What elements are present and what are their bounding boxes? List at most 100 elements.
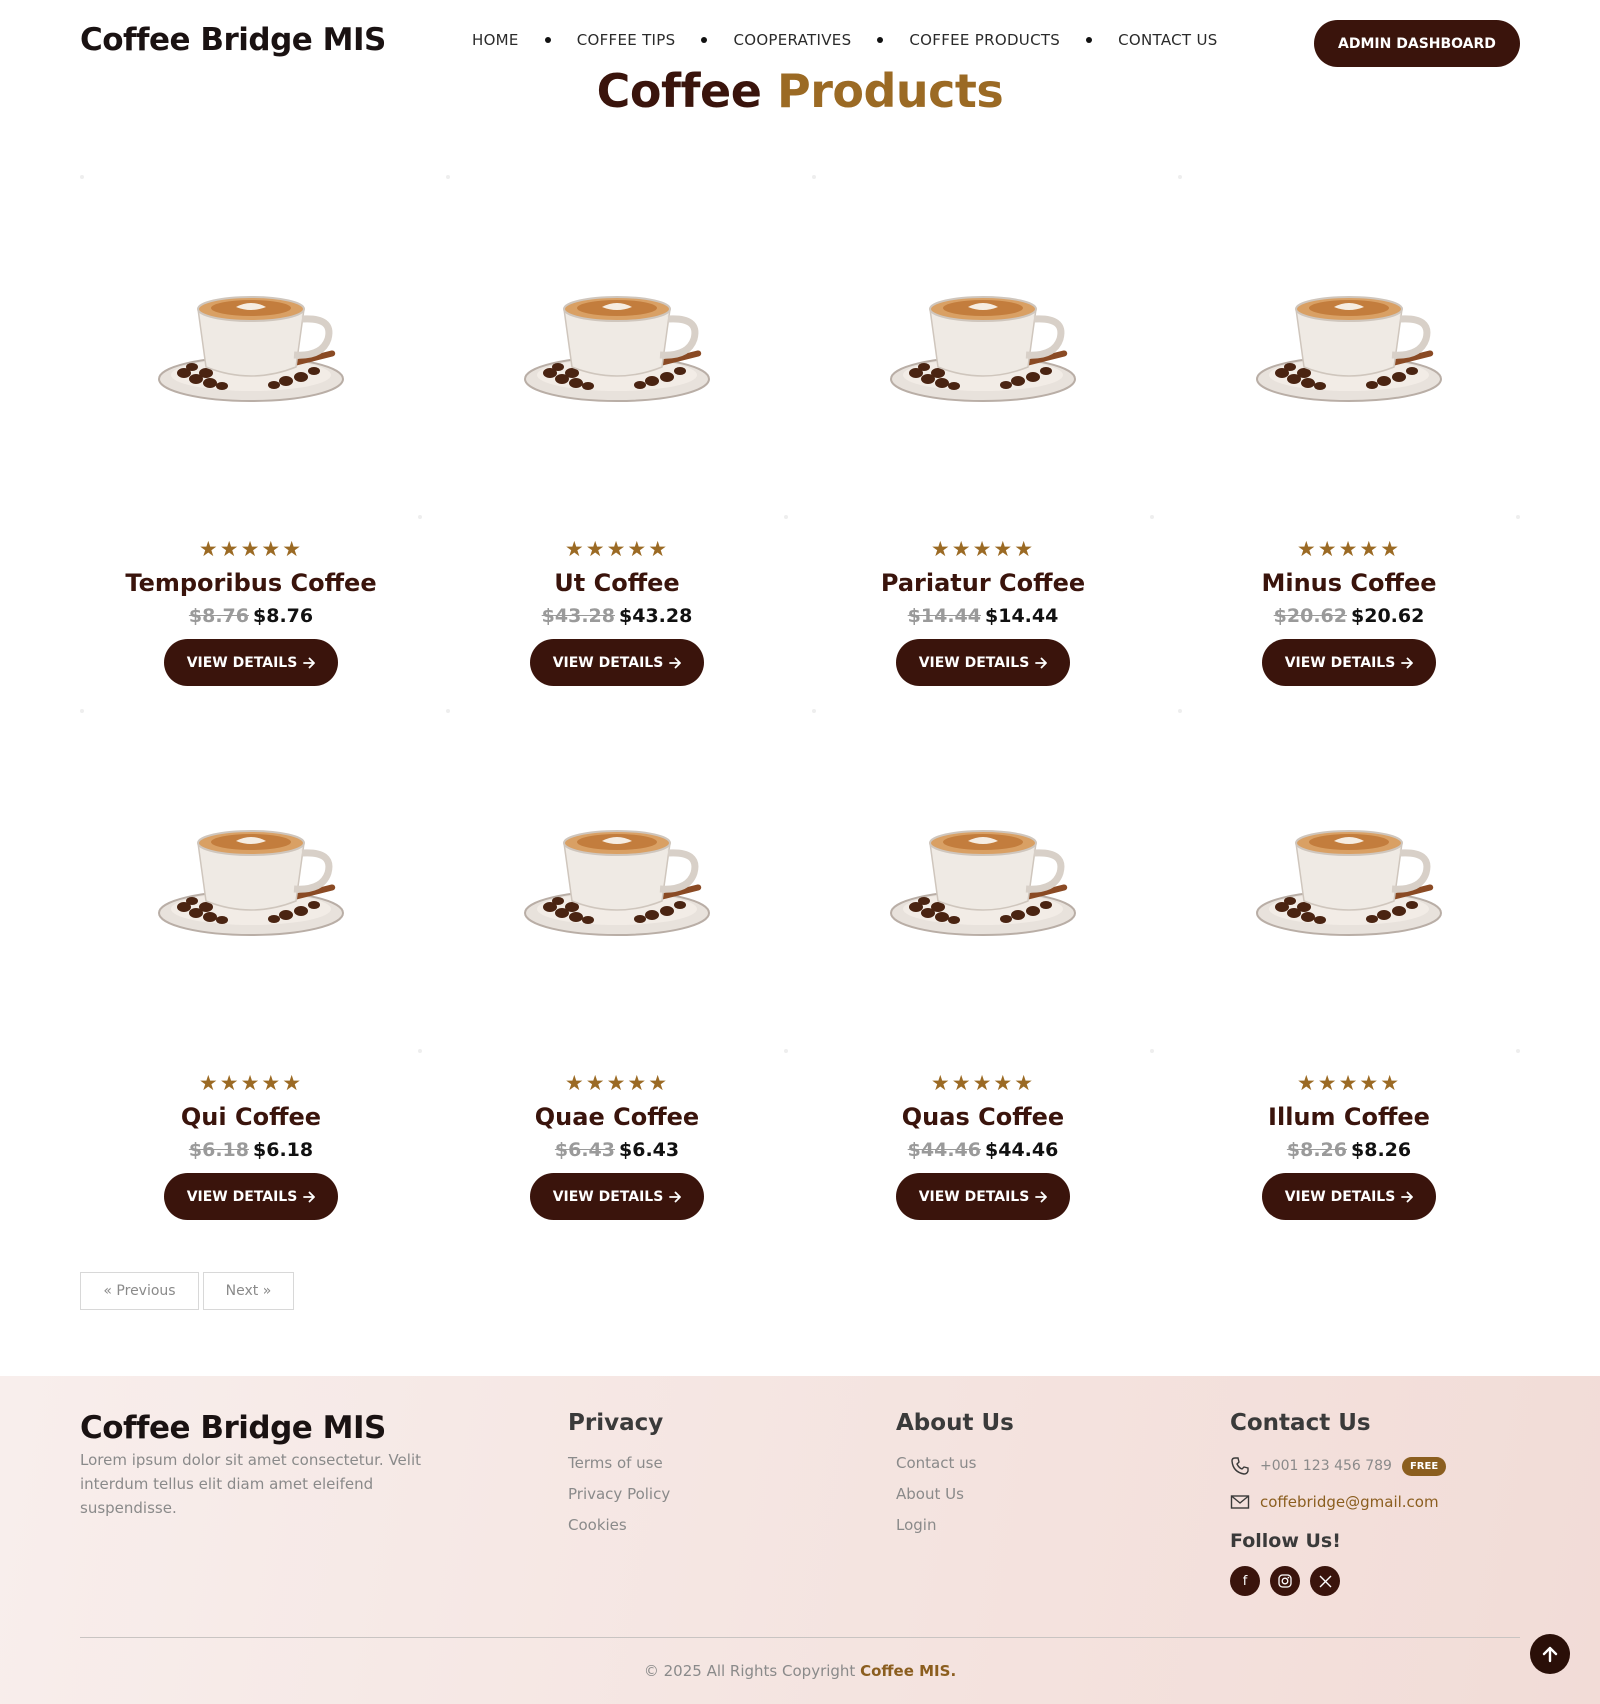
nav-cooperatives[interactable]: COOPERATIVES [733, 31, 851, 49]
copyright-brand[interactable]: Coffee MIS. [860, 1662, 956, 1680]
coffee-cup-image [1256, 830, 1442, 936]
product-card: ★★★★★ Quae Coffee $6.43 $6.43 VIEW DETAIL… [446, 709, 788, 1221]
view-details-label: VIEW DETAILS [552, 654, 664, 671]
coffee-cup-image [890, 830, 1076, 936]
current-price: $44.46 [985, 1139, 1059, 1161]
coffee-cup-image [1256, 296, 1442, 402]
view-details-button[interactable]: VIEW DETAILS [164, 1173, 338, 1220]
original-price: $6.43 [554, 1139, 615, 1161]
rating-stars: ★★★★★ [198, 1071, 304, 1095]
product-card: ★★★★★ Pariatur Coffee $14.44 $14.44 VIEW … [812, 175, 1154, 687]
product-card: ★★★★★ Temporibus Coffee $8.76 $8.76 VIEW … [80, 175, 422, 687]
page-title-part2: Products [776, 64, 1004, 118]
current-price: $8.76 [253, 605, 314, 627]
view-details-label: VIEW DETAILS [1284, 1188, 1396, 1205]
product-image[interactable] [80, 175, 422, 519]
phone-row: +001 123 456 789 FREE [1230, 1454, 1447, 1478]
x-icon[interactable] [1310, 1566, 1340, 1596]
brand-logo[interactable]: Coffee Bridge MIS [80, 22, 386, 58]
nav-separator [544, 37, 551, 43]
phone-icon [1231, 1457, 1249, 1475]
product-image[interactable] [812, 709, 1154, 1053]
current-price: $8.26 [1351, 1139, 1412, 1161]
view-details-button[interactable]: VIEW DETAILS [1262, 1173, 1436, 1220]
product-name[interactable]: Illum Coffee [1178, 1103, 1520, 1131]
product-image[interactable] [1178, 175, 1520, 519]
coffee-cup-image [890, 296, 1076, 402]
price-row: $20.62 $20.62 [1178, 605, 1520, 627]
nav-coffee-products[interactable]: COFFEE PRODUCTS [909, 31, 1060, 49]
coffee-cup-image [524, 830, 710, 936]
current-price: $43.28 [619, 605, 693, 627]
view-details-button[interactable]: VIEW DETAILS [530, 1173, 704, 1220]
coffee-cup-image [524, 296, 710, 402]
instagram-icon[interactable] [1270, 1566, 1300, 1596]
view-details-label: VIEW DETAILS [186, 654, 298, 671]
product-name[interactable]: Temporibus Coffee [80, 569, 422, 597]
view-details-button[interactable]: VIEW DETAILS [530, 639, 704, 686]
product-name[interactable]: Quae Coffee [446, 1103, 788, 1131]
nav-home[interactable]: HOME [472, 31, 519, 49]
rating-stars: ★★★★★ [564, 537, 670, 561]
nav-contact-us[interactable]: CONTACT US [1118, 31, 1217, 49]
rating-stars: ★★★★★ [1296, 1071, 1402, 1095]
arrow-right-icon [1401, 657, 1414, 668]
arrow-right-icon [1035, 657, 1048, 668]
rating-stars: ★★★★★ [1296, 537, 1402, 561]
next-page-button[interactable]: Next » [203, 1272, 294, 1310]
view-details-button[interactable]: VIEW DETAILS [164, 639, 338, 686]
privacy-policy-link[interactable]: Privacy Policy [568, 1485, 670, 1503]
nav-separator [877, 37, 884, 43]
product-image[interactable] [446, 709, 788, 1053]
nav-coffee-tips[interactable]: COFFEE TIPS [577, 31, 676, 49]
nav-separator [701, 37, 708, 43]
arrow-right-icon [1401, 1191, 1414, 1202]
site-footer: Coffee Bridge MIS Lorem ipsum dolor sit … [0, 1376, 1600, 1704]
facebook-icon[interactable]: f [1230, 1566, 1260, 1596]
original-price: $20.62 [1273, 605, 1347, 627]
rating-stars: ★★★★★ [930, 1071, 1036, 1095]
cookies-link[interactable]: Cookies [568, 1516, 670, 1534]
previous-page-button[interactable]: « Previous [80, 1272, 199, 1310]
main-nav: HOME COFFEE TIPS COOPERATIVES COFFEE PRO… [472, 31, 1218, 49]
original-price: $44.46 [907, 1139, 981, 1161]
product-image[interactable] [80, 709, 422, 1053]
footer-brand: Coffee Bridge MIS [80, 1410, 386, 1446]
view-details-label: VIEW DETAILS [918, 1188, 1030, 1205]
page-title: Coffee Products [0, 64, 1600, 118]
price-row: $8.26 $8.26 [1178, 1139, 1520, 1161]
follow-us-title: Follow Us! [1230, 1530, 1341, 1552]
rating-stars: ★★★★★ [930, 537, 1036, 561]
original-price: $8.26 [1286, 1139, 1347, 1161]
page-title-part1: Coffee [596, 64, 762, 118]
product-name[interactable]: Pariatur Coffee [812, 569, 1154, 597]
contact-link[interactable]: Contact us [896, 1454, 1014, 1472]
product-name[interactable]: Qui Coffee [80, 1103, 422, 1131]
view-details-button[interactable]: VIEW DETAILS [896, 639, 1070, 686]
login-link[interactable]: Login [896, 1516, 1014, 1534]
current-price: $14.44 [985, 605, 1059, 627]
original-price: $8.76 [188, 605, 249, 627]
current-price: $6.18 [253, 1139, 314, 1161]
product-image[interactable] [446, 175, 788, 519]
product-image[interactable] [812, 175, 1154, 519]
terms-link[interactable]: Terms of use [568, 1454, 670, 1472]
product-name[interactable]: Minus Coffee [1178, 569, 1520, 597]
scroll-to-top-button[interactable] [1530, 1634, 1570, 1674]
product-name[interactable]: Ut Coffee [446, 569, 788, 597]
price-row: $8.76 $8.76 [80, 605, 422, 627]
original-price: $6.18 [188, 1139, 249, 1161]
view-details-label: VIEW DETAILS [552, 1188, 664, 1205]
product-image[interactable] [1178, 709, 1520, 1053]
product-name[interactable]: Quas Coffee [812, 1103, 1154, 1131]
view-details-label: VIEW DETAILS [1284, 654, 1396, 671]
email-link[interactable]: coffebridge@gmail.com [1260, 1493, 1439, 1511]
arrow-right-icon [669, 1191, 682, 1202]
view-details-button[interactable]: VIEW DETAILS [896, 1173, 1070, 1220]
view-details-button[interactable]: VIEW DETAILS [1262, 639, 1436, 686]
price-row: $43.28 $43.28 [446, 605, 788, 627]
about-link[interactable]: About Us [896, 1485, 1014, 1503]
phone-number[interactable]: +001 123 456 789 [1260, 1458, 1392, 1474]
admin-dashboard-button[interactable]: ADMIN DASHBOARD [1314, 20, 1520, 67]
arrow-right-icon [303, 1191, 316, 1202]
